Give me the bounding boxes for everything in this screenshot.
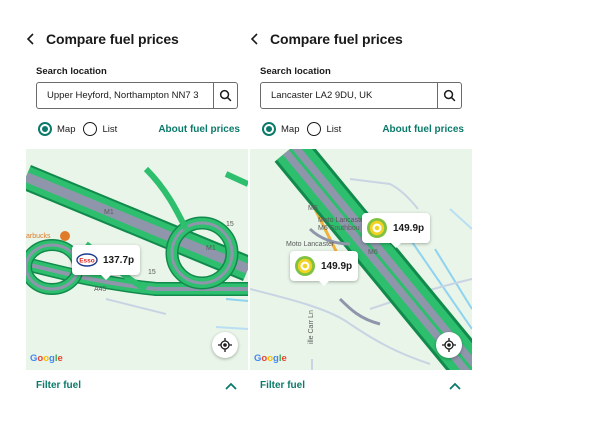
filter-fuel-row[interactable]: Filter fuel [36,380,238,391]
view-mode-row: Map List About fuel prices [262,122,464,136]
panel-lancaster: Compare fuel prices Search location Map … [250,0,474,424]
search-icon [443,89,456,102]
cafe-icon [60,231,70,241]
search-label: Search location [36,66,107,77]
my-location-button[interactable] [436,332,462,358]
filter-fuel-row[interactable]: Filter fuel [260,380,462,391]
chevron-left-icon [250,33,258,45]
header: Compare fuel prices [250,30,403,48]
chevron-up-icon[interactable] [224,381,238,391]
radio-list[interactable]: List [307,122,341,136]
chevron-up-icon[interactable] [448,381,462,391]
search-icon [219,89,232,102]
poi-label: arbucks [26,233,51,240]
road-label: M6 [368,249,378,256]
google-logo-icon: Google [254,353,287,364]
search-label: Search location [260,66,331,77]
radio-unselected-icon [83,122,98,136]
search-input[interactable] [261,90,437,101]
fuel-price: 149.9p [321,260,353,272]
poi-label: M6 Southbou [318,225,360,232]
chevron-left-icon [26,33,34,45]
svg-text:Esso: Esso [79,257,95,264]
junction-label: 15 [226,221,234,228]
about-fuel-prices-link[interactable]: About fuel prices [382,124,464,135]
fuel-price: 137.7p [103,254,135,266]
crosshair-icon [442,338,456,352]
radio-selected-icon [262,122,276,136]
esso-logo-icon: Esso [76,253,98,267]
radio-list-label: List [102,123,118,135]
panel-upper-heyford: Compare fuel prices Search location Map … [26,0,250,424]
road-label: M6 [308,205,318,212]
crosshair-icon [218,338,232,352]
map-view[interactable]: M6 M6 Moto Lancaster Moto Lancaste M6 So… [250,149,472,370]
svg-text:Google: Google [254,353,287,363]
fuel-station-pin[interactable]: 149.9p [290,251,359,286]
fuel-station-pin[interactable]: Esso 137.7p [72,245,141,280]
back-button[interactable] [250,30,270,48]
google-attribution: Google [30,352,66,365]
radio-map[interactable]: Map [262,122,299,136]
search-input[interactable] [37,90,213,101]
page-title: Compare fuel prices [46,31,179,47]
radio-selected-icon [38,122,52,136]
my-location-button[interactable] [212,332,238,358]
radio-map[interactable]: Map [38,122,75,136]
bp-logo-icon [367,218,387,238]
junction-label: 15 [148,269,156,276]
bp-logo-icon [295,256,315,276]
radio-list[interactable]: List [83,122,117,136]
poi-label: Moto Lancaste [318,217,364,224]
street-label: ille Carr Ln [308,310,315,344]
road-label: A45 [94,286,107,293]
about-fuel-prices-link[interactable]: About fuel prices [158,124,240,135]
page-title: Compare fuel prices [270,31,403,47]
fuel-price: 149.9p [393,222,425,234]
road-label: M1 [206,245,216,252]
view-mode-row: Map List About fuel prices [38,122,240,136]
radio-map-label: Map [281,123,300,135]
filter-fuel-label[interactable]: Filter fuel [260,380,305,391]
google-logo-icon: Google [30,353,63,364]
search-button[interactable] [213,83,237,108]
road-label: M1 [104,209,114,216]
search-button[interactable] [437,83,461,108]
filter-fuel-label[interactable]: Filter fuel [36,380,81,391]
svg-text:Google: Google [30,353,63,363]
radio-map-label: Map [57,123,76,135]
radio-unselected-icon [307,122,322,136]
search-box [36,82,238,109]
poi-label: Moto Lancaster [286,241,335,248]
header: Compare fuel prices [26,30,179,48]
back-button[interactable] [26,30,46,48]
search-box [260,82,462,109]
fuel-station-pin[interactable]: 149.9p [362,213,431,248]
radio-list-label: List [326,123,342,135]
map-view[interactable]: M1 M1 A45 15 15 arbucks Esso 137.7p Goog… [26,149,248,370]
google-attribution: Google [254,352,290,365]
